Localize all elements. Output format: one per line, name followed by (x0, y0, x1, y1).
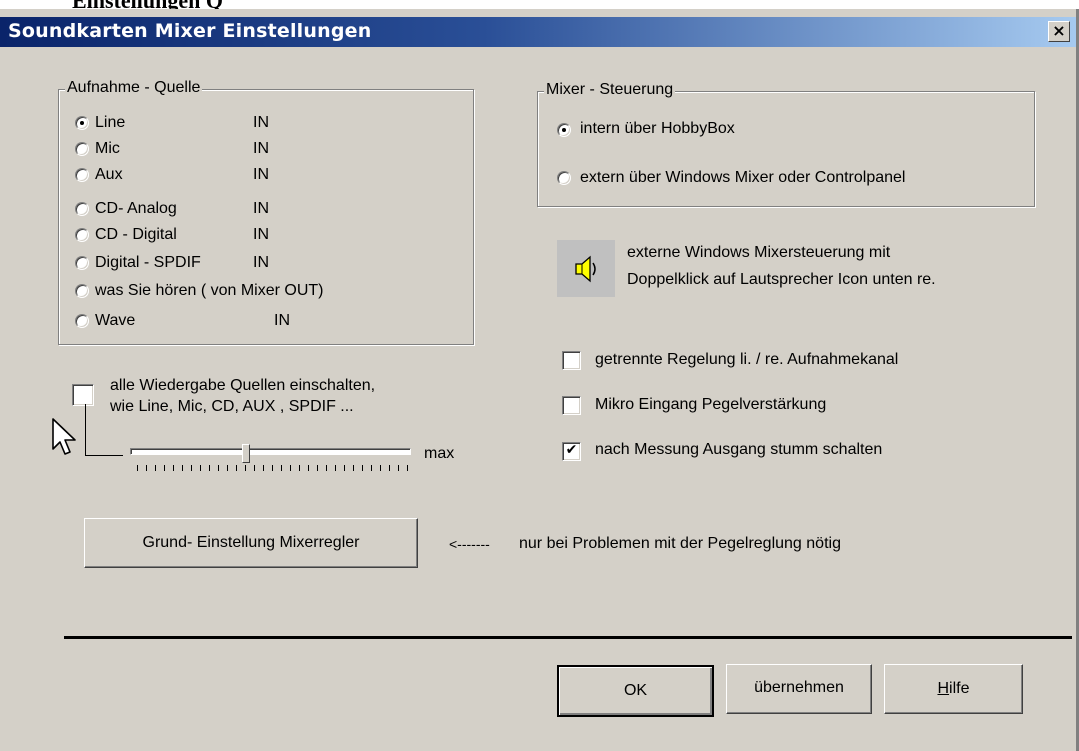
radio-cd-analog[interactable] (75, 202, 89, 216)
radio-spdif-suffix: IN (253, 254, 269, 271)
close-icon: × (1052, 21, 1066, 40)
speaker-hint-line2: Doppelklick auf Lautsprecher Icon unten … (627, 271, 936, 288)
mouse-pointer-icon (52, 418, 76, 455)
radio-cd-analog-label: CD- Analog (95, 200, 177, 217)
window-title: Soundkarten Mixer Einstellungen (8, 20, 372, 42)
playback-all-label-line2: wie Line, Mic, CD, AUX , SPDIF ... (110, 398, 354, 415)
playback-volume-track[interactable] (130, 448, 411, 455)
radio-spdif[interactable] (75, 256, 89, 270)
ok-button-label: OK (623, 682, 648, 699)
radio-cd-analog-suffix: IN (253, 200, 269, 217)
reset-mixer-button[interactable]: Grund- Einstellung Mixerregler (84, 518, 418, 568)
help-button-label: Hilfe (937, 680, 969, 697)
radio-mic-label: Mic (95, 140, 120, 157)
mic-boost-label: Mikro Eingang Pegelverstärkung (595, 396, 827, 413)
apply-button-label: übernehmen (754, 679, 844, 696)
radio-wave-suffix: IN (274, 312, 290, 329)
mic-boost-checkbox[interactable] (562, 396, 581, 415)
connector-line-horizontal (85, 455, 123, 456)
help-accelerator-key: H (937, 680, 950, 697)
radio-line[interactable] (75, 116, 89, 130)
radio-line-label: Line (95, 114, 126, 131)
radio-wave[interactable] (75, 314, 89, 328)
radio-extern-windows-mixer-label: extern über Windows Mixer oder Controlpa… (580, 169, 906, 186)
title-bar[interactable]: Soundkarten Mixer Einstellungen × (0, 17, 1076, 47)
radio-aux-suffix: IN (253, 166, 269, 183)
radio-extern-windows-mixer[interactable] (557, 171, 571, 185)
separate-channels-label: getrennte Regelung li. / re. Aufnahmekan… (595, 351, 899, 368)
reset-hint: nur bei Problemen mit der Pegelreglung n… (519, 535, 841, 552)
radio-mic[interactable] (75, 142, 89, 156)
radio-mic-suffix: IN (253, 140, 269, 157)
radio-aux[interactable] (75, 168, 89, 182)
playback-all-label-line1: alle Wiedergabe Quellen einschalten, (110, 377, 376, 394)
radio-cd-digital-label: CD - Digital (95, 226, 177, 243)
mute-after-measure-checkbox[interactable]: ✔ (562, 442, 581, 461)
reset-mixer-button-label: Grund- Einstellung Mixerregler (142, 534, 360, 551)
speaker-button[interactable] (557, 240, 615, 297)
close-button[interactable]: × (1048, 21, 1070, 42)
radio-mixer-out[interactable] (75, 284, 89, 298)
mixer-control-group-label: Mixer - Steuerung (544, 81, 676, 99)
radio-intern-hobbybox-label: intern über HobbyBox (580, 120, 735, 137)
speaker-icon (575, 255, 596, 283)
radio-intern-hobbybox[interactable] (557, 123, 571, 137)
speaker-hint-line1: externe Windows Mixersteuerung mit (627, 244, 891, 261)
help-button[interactable]: Hilfe (884, 664, 1023, 714)
footer-divider (64, 636, 1072, 639)
recording-source-group-label: Aufnahme - Quelle (65, 79, 203, 97)
playback-volume-max-label: max (424, 445, 455, 462)
mixer-control-group: Mixer - Steuerung (537, 81, 1035, 207)
radio-line-suffix: IN (253, 114, 269, 131)
radio-wave-label: Wave (95, 312, 136, 329)
radio-mixer-out-label: was Sie hören ( von Mixer OUT) (95, 282, 324, 299)
apply-button[interactable]: übernehmen (726, 664, 872, 714)
radio-aux-label: Aux (95, 166, 123, 183)
reset-arrow: <------- (449, 536, 490, 552)
help-button-label-rest: ilfe (949, 680, 970, 697)
mute-after-measure-label: nach Messung Ausgang stumm schalten (595, 441, 883, 458)
radio-spdif-label: Digital - SPDIF (95, 254, 201, 271)
connector-line-vertical (85, 404, 86, 456)
separate-channels-checkbox[interactable] (562, 351, 581, 370)
ok-button[interactable]: OK (557, 665, 714, 717)
playback-volume-thumb[interactable] (241, 444, 250, 463)
playback-volume-ticks (137, 465, 409, 471)
radio-cd-digital[interactable] (75, 228, 89, 242)
playback-all-checkbox[interactable] (72, 384, 94, 406)
radio-cd-digital-suffix: IN (253, 226, 269, 243)
